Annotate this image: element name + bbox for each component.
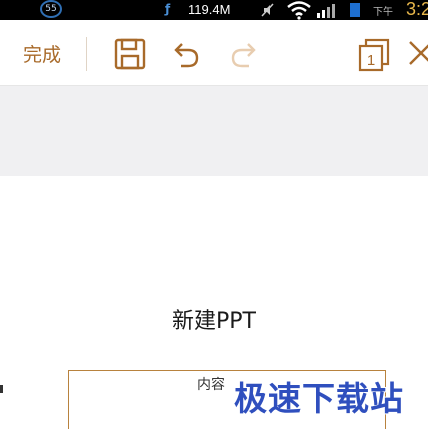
notification-badge-icon: 55 [40, 0, 62, 18]
done-button[interactable]: 完成 [23, 40, 61, 67]
ribbon-background [0, 86, 428, 176]
page-count-icon[interactable]: 1 [356, 36, 392, 72]
slide-title[interactable]: 新建PPT [0, 303, 428, 335]
memory-usage: 119.4M [188, 2, 231, 17]
close-icon[interactable] [404, 36, 428, 72]
toolbar: 完成 1 [0, 20, 428, 86]
edge-marker [0, 385, 3, 393]
page-count-label: 1 [367, 52, 375, 69]
signal-icon [316, 2, 340, 22]
clock-time: 3:2 [406, 0, 428, 19]
redo-icon[interactable] [226, 36, 262, 72]
content-placeholder-label: 内容 [197, 377, 225, 393]
status-bar: 55 ƒ 119.4M 下午 3:2 [0, 0, 428, 20]
undo-icon[interactable] [168, 36, 204, 72]
save-icon[interactable] [112, 36, 148, 72]
toolbar-divider [86, 37, 87, 71]
battery-icon [350, 3, 360, 17]
watermark: 极速下载站 [234, 379, 404, 418]
am-pm-label: 下午 [373, 7, 393, 18]
memory-icon: ƒ [165, 2, 171, 16]
